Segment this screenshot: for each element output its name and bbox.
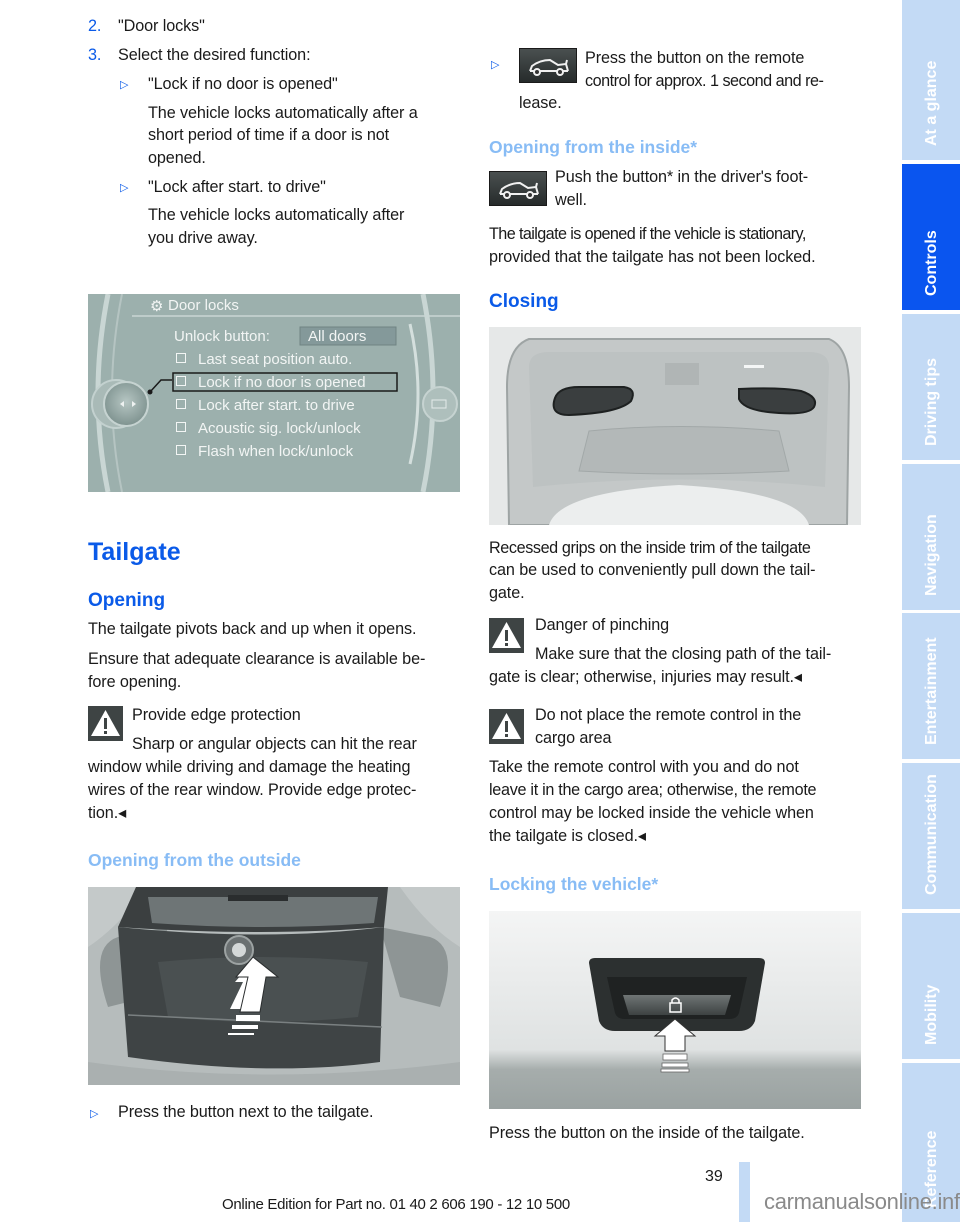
option-desc-line: The vehicle locks automatically after a — [148, 104, 418, 122]
subsection-title: Locking the vehicle* — [489, 874, 659, 894]
tab-navigation[interactable]: Navigation — [902, 464, 960, 610]
gear-icon: ⚙ — [150, 298, 164, 315]
warning-line: Make sure that the closing path of the t… — [535, 645, 832, 663]
bullet-icon: ▷ — [120, 79, 129, 91]
unlock-button-value[interactable]: All doors — [308, 328, 366, 345]
warning-triangle-icon — [88, 706, 123, 741]
option-desc-line: opened. — [148, 149, 206, 167]
menu-item[interactable]: Flash when lock/unlock — [176, 443, 353, 460]
warning-line: window while driving and damage the heat… — [88, 758, 411, 776]
warning-title: Provide edge protection — [132, 706, 301, 724]
section-title: Tailgate — [88, 538, 181, 566]
subsection-title: Opening from the outside — [88, 850, 301, 870]
option-desc-line: The vehicle locks automatically after — [148, 206, 405, 224]
paragraph-line: well. — [555, 191, 587, 209]
car-tailgate-icon — [489, 171, 547, 206]
warning-triangle-icon — [489, 709, 524, 744]
menu-item-selected[interactable]: Lock if no door is opened — [176, 374, 366, 391]
unlock-button-label: Unlock button: — [174, 328, 270, 345]
warning-line: control may be locked inside the vehicle… — [489, 804, 814, 822]
screen-header: Door locks — [168, 297, 239, 314]
car-tailgate-icon — [519, 48, 577, 83]
warning-title-line: Do not place the remote control in the — [535, 706, 802, 724]
warning-title-line: cargo area — [535, 729, 612, 747]
bullet-text-line: lease. — [519, 94, 562, 112]
warning-line: tion.◂ — [88, 804, 127, 822]
warning-title: Danger of pinching — [535, 616, 670, 634]
paragraph-line: The tailgate is opened if the vehicle is… — [489, 225, 806, 243]
step-number: 2. — [88, 17, 102, 35]
lock-button-illustration — [489, 911, 861, 1109]
tailgate-outside-image — [88, 887, 460, 1085]
paragraph-line: gate. — [489, 584, 525, 602]
step-text: "Door locks" — [118, 17, 205, 35]
paragraph-line: can be used to conveniently pull down th… — [489, 561, 816, 579]
bullet-text-line: control for approx. 1 second and re- — [585, 72, 824, 90]
idrive-door-locks-screen: ⚙ Door locks Unlock button: All doors La… — [88, 294, 460, 492]
bullet-text: Press the button next to the tailgate. — [118, 1103, 374, 1121]
paragraph-line: fore opening. — [88, 673, 182, 691]
checkbox[interactable] — [176, 445, 186, 456]
subsection-title: Opening — [88, 590, 166, 611]
menu-item[interactable]: Acoustic sig. lock/unlock — [176, 420, 361, 437]
tab-at-a-glance[interactable]: At a glance — [902, 0, 960, 160]
warning-line: gate is clear; otherwise, injuries may r… — [489, 668, 802, 686]
paragraph: The tailgate pivots back and up when it … — [88, 620, 417, 638]
idrive-frame-graphic — [88, 294, 460, 492]
checkbox[interactable] — [176, 353, 186, 364]
warning-line: Take the remote control with you and do … — [489, 758, 799, 776]
tab-communication[interactable]: Communication — [902, 763, 960, 909]
checkbox[interactable] — [176, 376, 186, 387]
page-marker-bar — [739, 1162, 750, 1222]
tailgate-interior-illustration — [489, 327, 861, 525]
paragraph-line: provided that the tailgate has not been … — [489, 248, 816, 266]
edition-footer: Online Edition for Part no. 01 40 2 606 … — [222, 1196, 570, 1213]
menu-item[interactable]: Lock after start. to drive — [176, 397, 355, 414]
bullet-icon: ▷ — [90, 1108, 99, 1120]
tailgate-rear-illustration — [88, 887, 460, 1085]
warning-line: Sharp or angular objects can hit the rea… — [132, 735, 417, 753]
watermark[interactable]: carmanualsonline.info — [764, 1189, 960, 1215]
option-desc-line: short period of time if a door is not — [148, 126, 390, 144]
checkbox[interactable] — [176, 399, 186, 410]
warning-line: the tailgate is closed.◂ — [489, 827, 646, 845]
option-title: "Lock if no door is opened" — [148, 75, 338, 93]
paragraph-line: Ensure that adequate clearance is availa… — [88, 650, 426, 668]
checkbox[interactable] — [176, 422, 186, 433]
warning-line: wires of the rear window. Provide edge p… — [88, 781, 417, 799]
step-text: Select the desired function: — [118, 46, 311, 64]
option-title: "Lock after start. to drive" — [148, 178, 326, 196]
tab-entertainment[interactable]: Entertainment — [902, 613, 960, 759]
tab-controls[interactable]: Controls — [902, 164, 960, 310]
tab-driving-tips[interactable]: Driving tips — [902, 314, 960, 460]
tab-mobility[interactable]: Mobility — [902, 913, 960, 1059]
warning-triangle-icon — [489, 618, 524, 653]
tailgate-inside-image — [489, 327, 861, 525]
lock-button-image — [489, 911, 861, 1109]
option-desc-line: you drive away. — [148, 229, 258, 247]
paragraph-line: Recessed grips on the inside trim of the… — [489, 539, 811, 557]
subsection-title: Opening from the inside* — [489, 137, 698, 157]
bullet-text-line: Press the button on the remote — [585, 49, 805, 67]
warning-line: leave it in the cargo area; otherwise, t… — [489, 781, 817, 799]
paragraph-line: Push the button* in the driver's foot- — [555, 168, 809, 186]
paragraph: Press the button on the inside of the ta… — [489, 1124, 805, 1142]
subsection-title: Closing — [489, 291, 559, 312]
page-number: 39 — [705, 1168, 723, 1185]
bullet-icon: ▷ — [120, 182, 129, 194]
step-number: 3. — [88, 46, 102, 64]
menu-item[interactable]: Last seat position auto. — [176, 351, 352, 368]
bullet-icon: ▷ — [491, 59, 500, 71]
